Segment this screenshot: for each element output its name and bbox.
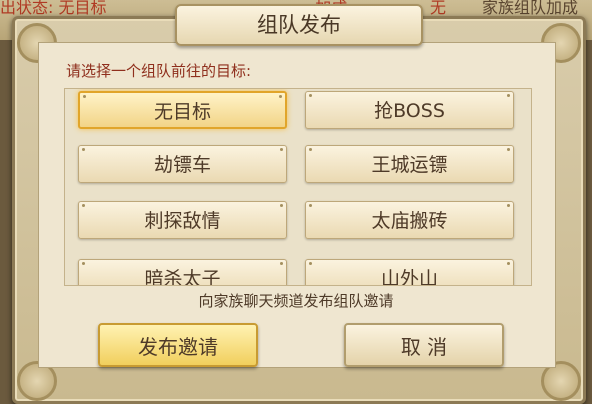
target-option-rob-escort[interactable]: 劫镖车 [78,145,287,183]
publish-hint: 向家族聊天频道发布组队邀请 [198,292,394,310]
target-option-none[interactable]: 无目标 [78,91,287,129]
target-option-assassinate-prince[interactable]: 暗杀太子 [78,259,287,285]
target-options-list[interactable]: 无目标 抢BOSS 劫镖车 王城运镖 刺探敌情 太庙搬砖 暗杀太子 山外山 [64,88,532,286]
cancel-button[interactable]: 取 消 [344,323,504,367]
publish-invite-button[interactable]: 发布邀请 [98,323,258,367]
target-option-royal-escort[interactable]: 王城运镖 [305,145,514,183]
target-option-beyond-mountain[interactable]: 山外山 [305,259,514,285]
target-prompt: 请选择一个组队前往的目标: [66,62,252,80]
target-option-temple-bricks[interactable]: 太庙搬砖 [305,201,514,239]
target-option-grab-boss[interactable]: 抢BOSS [305,91,514,129]
target-option-scout-enemy[interactable]: 刺探敌情 [78,201,287,239]
dialog-title: 组队发布 [175,4,423,46]
